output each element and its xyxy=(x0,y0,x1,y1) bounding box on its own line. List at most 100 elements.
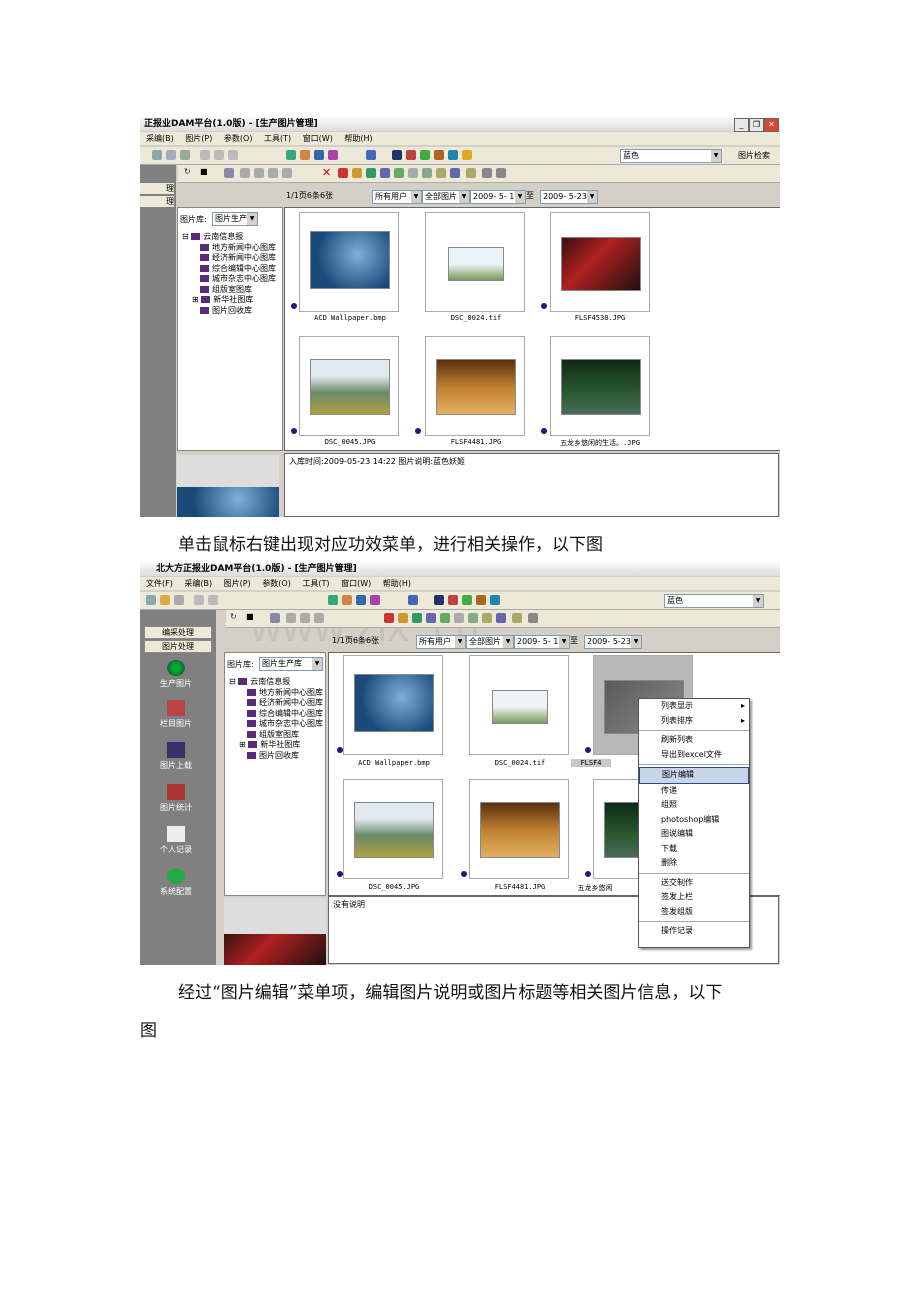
menu-item-publish-column[interactable]: 签发上栏 xyxy=(639,890,749,905)
toolbar-icon[interactable] xyxy=(300,150,310,160)
toolbar-icon[interactable] xyxy=(436,168,446,178)
menu-item[interactable]: 窗口(W) xyxy=(303,134,333,143)
toolbar-icon[interactable] xyxy=(366,150,376,160)
menu-item[interactable]: 工具(T) xyxy=(302,579,329,588)
close-button[interactable]: ✕ xyxy=(764,118,779,132)
menu-item[interactable]: 窗口(W) xyxy=(341,579,371,588)
menu-item-refresh[interactable]: 刷新列表 xyxy=(639,733,749,748)
tree-item[interactable]: 城市杂志中心图库 xyxy=(182,274,276,285)
photo-thumbnail[interactable] xyxy=(343,655,443,755)
type-combo[interactable]: 全部图片 xyxy=(466,635,514,649)
toolbar-icon[interactable] xyxy=(240,168,250,178)
tree-item[interactable]: 综合编辑中心图库 xyxy=(182,264,276,275)
toolbar-icon[interactable] xyxy=(152,150,162,160)
user-combo[interactable]: 所有用户 xyxy=(372,190,422,204)
toolbar-icon[interactable] xyxy=(406,150,416,160)
sidebar-item-upload[interactable]: 图片上载 xyxy=(144,742,208,771)
toolbar-icon[interactable] xyxy=(200,150,210,160)
toolbar-icon[interactable] xyxy=(412,613,422,623)
menu-item[interactable]: 帮助(H) xyxy=(383,579,411,588)
tree-item[interactable]: ⊞ 新华社图库 xyxy=(229,740,323,751)
photo-thumbnail[interactable] xyxy=(299,336,399,436)
menu-item-download[interactable]: 下载 xyxy=(639,842,749,857)
sidebar-item-config[interactable]: 系统配置 xyxy=(144,868,208,897)
toolbar-icon[interactable] xyxy=(434,150,444,160)
toolbar-icon[interactable] xyxy=(394,168,404,178)
menu-item-transfer[interactable]: 传递 xyxy=(639,784,749,799)
tree-item[interactable]: 综合编辑中心图库 xyxy=(229,709,323,720)
toolbar-icon[interactable] xyxy=(380,168,390,178)
sidebar-item-column[interactable]: 栏目图片 xyxy=(144,700,208,729)
menu-item-photo-group[interactable]: 组照 xyxy=(639,798,749,813)
toolbar-icon[interactable] xyxy=(174,595,184,605)
photo-thumbnail[interactable] xyxy=(550,212,650,312)
sidebar-item-records[interactable]: 个人记录 xyxy=(144,826,208,855)
menu-item[interactable]: 采编(B) xyxy=(146,134,174,143)
toolbar-icon[interactable] xyxy=(214,150,224,160)
type-combo[interactable]: 全部图片 xyxy=(422,190,470,204)
menu-item-operation-log[interactable]: 操作记录 xyxy=(639,924,749,939)
photo-thumbnail[interactable] xyxy=(425,212,525,312)
toolbar-icon[interactable] xyxy=(352,168,362,178)
library-combo[interactable]: 图片生产库 xyxy=(212,212,258,226)
toolbar-icon[interactable] xyxy=(422,168,432,178)
toolbar-icon[interactable] xyxy=(408,168,418,178)
search-label[interactable]: 图片检索 xyxy=(738,150,770,161)
toolbar-icon[interactable] xyxy=(270,613,280,623)
menu-item[interactable]: 参数(O) xyxy=(224,134,253,143)
sidebar-item-stats[interactable]: 图片统计 xyxy=(144,784,208,813)
tree-item[interactable]: 经济新闻中心图库 xyxy=(229,698,323,709)
date-from-combo[interactable]: 2009- 5- 1 xyxy=(470,190,526,204)
toolbar-icon[interactable] xyxy=(160,595,170,605)
toolbar-icon[interactable] xyxy=(496,168,506,178)
toolbar-icon[interactable] xyxy=(208,595,218,605)
toolbar-icon[interactable] xyxy=(228,150,238,160)
menu-item-photoshop-edit[interactable]: photoshop编辑 xyxy=(639,813,749,828)
tree-item[interactable]: 组版室图库 xyxy=(229,730,323,741)
toolbar-icon[interactable] xyxy=(254,168,264,178)
toolbar-icon[interactable] xyxy=(314,613,324,623)
toolbar-icon[interactable] xyxy=(426,613,436,623)
menu-item-list-sort[interactable]: 列表排序 ▸ xyxy=(639,714,749,729)
photo-thumbnail[interactable] xyxy=(425,336,525,436)
toolbar-icon[interactable] xyxy=(496,613,506,623)
menu-item-send-production[interactable]: 送交制作 xyxy=(639,876,749,891)
toolbar-icon[interactable] xyxy=(450,168,460,178)
toolbar-icon[interactable] xyxy=(420,150,430,160)
menu-item-delete[interactable]: 删除 xyxy=(639,856,749,871)
tree-item[interactable]: 组版室图库 xyxy=(182,285,276,296)
photo-thumbnail[interactable] xyxy=(469,779,569,879)
refresh-icon[interactable]: ↻ xyxy=(230,612,237,621)
toolbar-icon[interactable] xyxy=(166,150,176,160)
photo-thumbnail[interactable] xyxy=(343,779,443,879)
toolbar-icon[interactable] xyxy=(392,150,402,160)
toolbar-icon[interactable] xyxy=(366,168,376,178)
sidebar-tab[interactable]: 理 xyxy=(140,183,174,194)
refresh-icon[interactable]: ↻ xyxy=(184,167,191,176)
menu-item[interactable]: 图片(P) xyxy=(185,134,212,143)
menu-item-export-excel[interactable]: 导出到excel文件 xyxy=(639,748,749,763)
toolbar-icon[interactable] xyxy=(224,168,234,178)
toolbar-icon[interactable] xyxy=(454,613,464,623)
photo-thumbnail[interactable] xyxy=(299,212,399,312)
tree-item[interactable]: 城市杂志中心图库 xyxy=(229,719,323,730)
toolbar-icon[interactable] xyxy=(268,168,278,178)
sidebar-tab[interactable]: 理 xyxy=(140,196,174,207)
toolbar-icon[interactable] xyxy=(338,168,348,178)
toolbar-icon[interactable] xyxy=(180,150,190,160)
menu-item-publish-layout[interactable]: 签发组版 xyxy=(639,905,749,920)
toolbar-icon[interactable] xyxy=(440,613,450,623)
user-combo[interactable]: 所有用户 xyxy=(416,635,466,649)
tree-item[interactable]: ⊟ 云南信息报 xyxy=(229,677,323,688)
tree-item[interactable]: ⊟ 云南信息报 xyxy=(182,232,276,243)
photo-thumbnail[interactable] xyxy=(469,655,569,755)
stop-icon[interactable]: ■ xyxy=(246,612,254,621)
toolbar-icon[interactable] xyxy=(466,168,476,178)
toolbar-icon[interactable] xyxy=(286,150,296,160)
toolbar-icon[interactable] xyxy=(286,613,296,623)
color-combo[interactable]: 蓝色 xyxy=(664,594,764,608)
tree-item[interactable]: 地方新闻中心图库 xyxy=(182,243,276,254)
minimize-button[interactable]: _ xyxy=(734,118,749,132)
sidebar-item-production[interactable]: 生产图片 xyxy=(144,660,208,689)
date-from-combo[interactable]: 2009- 5- 1 xyxy=(514,635,570,649)
